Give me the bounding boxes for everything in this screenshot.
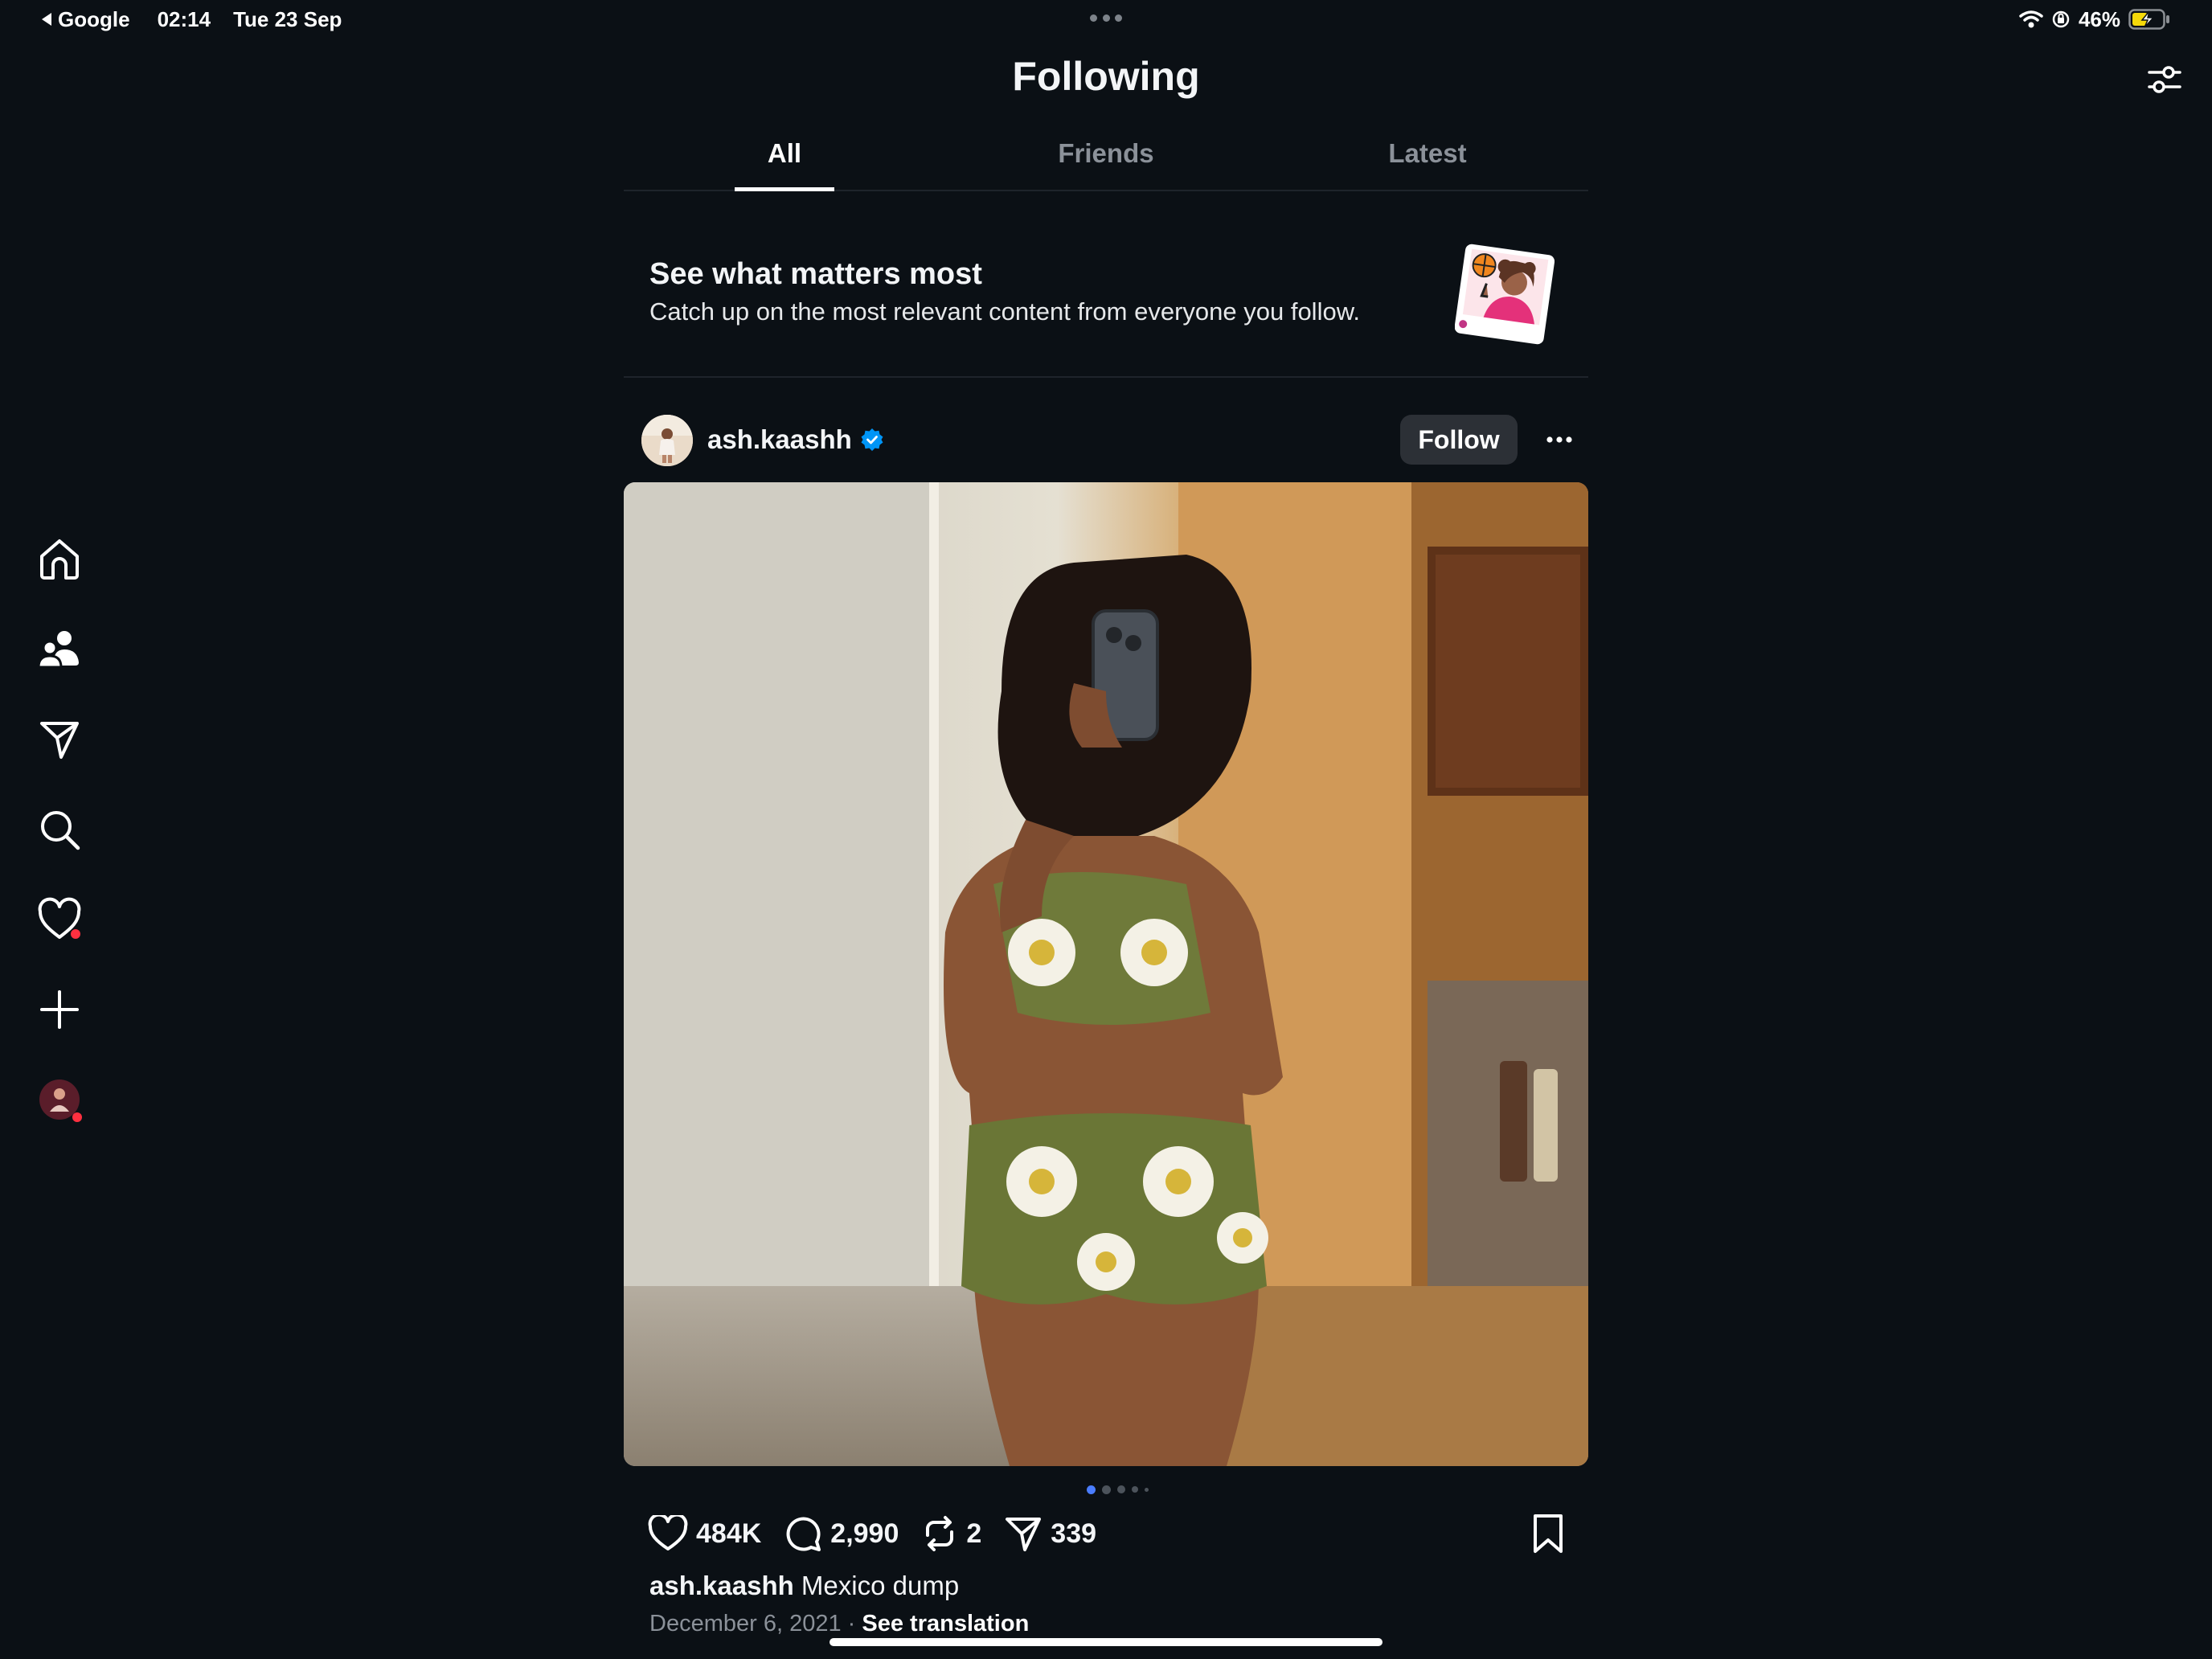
feed-tabs: All Friends Latest [624, 121, 1588, 191]
comment-icon [786, 1517, 821, 1551]
like-button[interactable]: 484K [648, 1515, 761, 1552]
send-icon [1006, 1518, 1042, 1551]
see-translation-link[interactable]: See translation [862, 1611, 1029, 1636]
activity-button[interactable] [35, 895, 84, 944]
battery-charging-icon [2128, 9, 2169, 30]
share-count: 339 [1051, 1518, 1097, 1549]
profile-button[interactable] [35, 1075, 84, 1124]
caption-username[interactable]: ash.kaashh [649, 1571, 794, 1600]
notification-dot [71, 929, 80, 939]
post-author-username[interactable]: ash.kaashh [707, 424, 852, 455]
tab-friends[interactable]: Friends [945, 121, 1267, 190]
carousel-dot [1102, 1485, 1111, 1494]
multitasking-dots-icon[interactable] [1090, 14, 1122, 23]
back-app-label: Google [58, 6, 130, 31]
info-banner[interactable]: See what matters most Catch up on the mo… [624, 217, 1588, 378]
comment-count: 2,990 [830, 1518, 899, 1549]
wifi-icon [2019, 10, 2043, 28]
repost-icon [926, 1516, 954, 1551]
banner-title: See what matters most [649, 257, 982, 291]
like-count: 484K [696, 1518, 762, 1549]
banner-subtitle: Catch up on the most relevant content fr… [649, 297, 1360, 326]
post-caption: ash.kaashh Mexico dump [649, 1571, 959, 1601]
send-icon[interactable] [35, 715, 84, 764]
tab-latest[interactable]: Latest [1267, 121, 1588, 190]
status-bar-left: Google 02:14 Tue 23 Sep [40, 6, 342, 32]
tab-all[interactable]: All [624, 121, 945, 191]
carousel-dot-active [1087, 1485, 1096, 1494]
orientation-lock-icon [2052, 10, 2070, 28]
repost-count: 2 [966, 1518, 982, 1549]
back-to-app-link[interactable]: Google [40, 7, 130, 32]
post-author-avatar[interactable] [641, 415, 693, 466]
notification-dot [72, 1112, 82, 1122]
verified-badge-icon [861, 428, 883, 451]
heart-icon [648, 1515, 688, 1550]
carousel-dot [1117, 1485, 1125, 1493]
follow-button[interactable]: Follow [1400, 415, 1518, 465]
post-meta: December 6, 2021 · See translation [649, 1611, 1029, 1637]
share-button[interactable]: 339 [1004, 1514, 1096, 1553]
bookmark-icon[interactable] [1529, 1513, 1567, 1555]
status-time: 02:14 [157, 6, 211, 31]
post-date: December 6, 2021 [649, 1611, 842, 1636]
carousel-indicator [1087, 1484, 1159, 1495]
post-photo[interactable] [624, 482, 1588, 1466]
more-options-icon[interactable] [1537, 421, 1582, 458]
plus-icon[interactable] [35, 985, 84, 1034]
battery-percent: 46% [2078, 6, 2120, 31]
back-triangle-icon [42, 13, 51, 26]
home-icon[interactable] [35, 535, 84, 584]
status-date: Tue 23 Sep [233, 6, 342, 31]
status-bar-right: 46% [2019, 6, 2170, 32]
caption-text: Mexico dump [793, 1571, 960, 1600]
search-icon[interactable] [35, 805, 84, 854]
page-title[interactable]: Following [0, 53, 2212, 100]
carousel-dot [1145, 1487, 1149, 1492]
people-icon[interactable] [35, 625, 84, 674]
banner-illustration [1455, 244, 1555, 345]
feed-filter-icon[interactable] [2141, 56, 2188, 103]
comment-button[interactable]: 2,990 [784, 1514, 899, 1553]
home-indicator[interactable] [830, 1638, 1382, 1646]
post-actions: 484K 2,990 2 339 [648, 1509, 1119, 1558]
carousel-dot [1132, 1486, 1138, 1493]
repost-button[interactable]: 2 [921, 1514, 981, 1553]
meta-separator: · [847, 1611, 856, 1636]
post-header: ash.kaashh Follow [624, 413, 1588, 466]
